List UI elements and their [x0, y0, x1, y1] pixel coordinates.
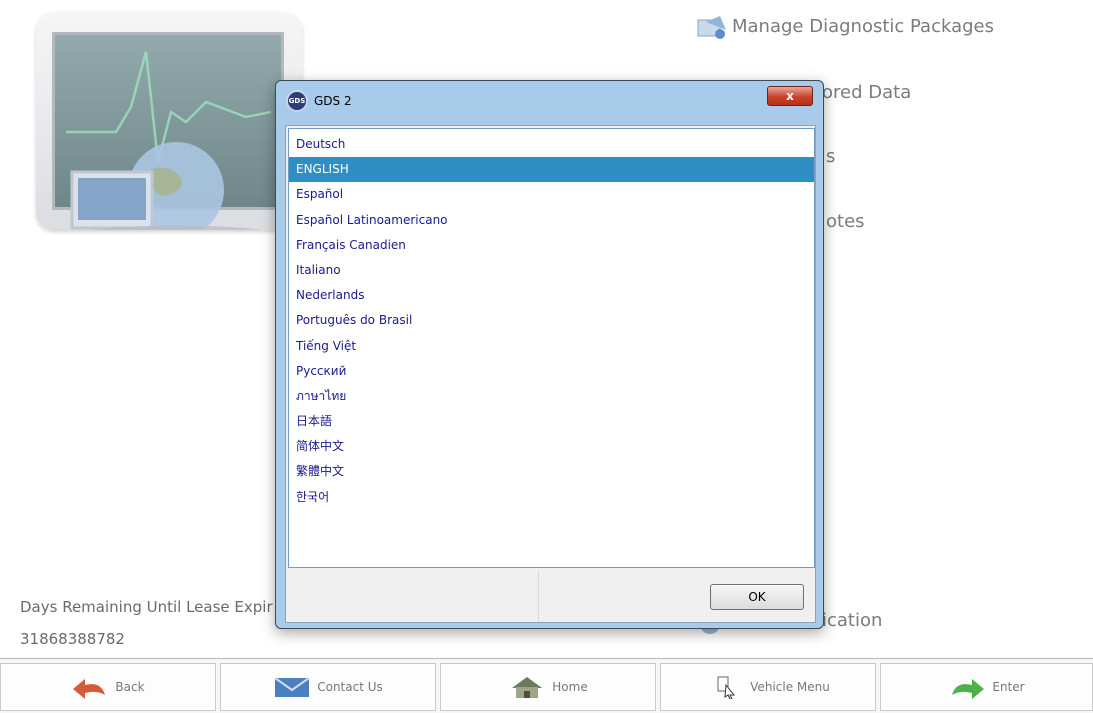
- dialog-title: GDS 2: [314, 94, 352, 108]
- language-option[interactable]: Tiếng Việt: [289, 334, 814, 359]
- language-option[interactable]: 한국어: [289, 485, 814, 510]
- language-option[interactable]: Nederlands: [289, 283, 814, 308]
- dialog-body: Deutsch ENGLISH Español Español Latinoameri…: [285, 125, 816, 623]
- language-option[interactable]: Русский: [289, 359, 814, 384]
- language-dialog: GDS GDS 2 x Deutsch ENGLISH Español Español…: [275, 80, 824, 629]
- dialog-title-bar: GDS GDS 2: [286, 89, 352, 113]
- language-option[interactable]: 日本語: [289, 409, 814, 434]
- menu-manage-packages[interactable]: Manage Diagnostic Packages: [696, 14, 994, 40]
- language-option[interactable]: Português do Brasil: [289, 308, 814, 333]
- language-option[interactable]: ENGLISH: [289, 157, 814, 183]
- lease-code: 31868388782: [20, 630, 125, 648]
- packages-icon: [696, 14, 728, 40]
- close-button[interactable]: x: [767, 86, 813, 106]
- language-option[interactable]: Español Latinoamericano: [289, 208, 814, 233]
- envelope-icon: [273, 675, 311, 699]
- enter-button[interactable]: Enter: [880, 663, 1093, 711]
- enter-arrow-icon: [948, 675, 986, 699]
- language-option[interactable]: Français Canadien: [289, 233, 814, 258]
- language-option[interactable]: Deutsch: [289, 132, 814, 157]
- language-list[interactable]: Deutsch ENGLISH Español Español Latinoameri…: [288, 128, 815, 568]
- close-icon: x: [786, 89, 794, 103]
- home-icon: [508, 675, 546, 699]
- footer-divider: [538, 570, 539, 622]
- heartbeat-globe-icon: [66, 51, 272, 230]
- vehicle-menu-button[interactable]: Vehicle Menu: [660, 663, 876, 711]
- gds-logo-icon: GDS: [286, 90, 308, 112]
- diagnostics-illustration: [36, 12, 302, 230]
- language-option[interactable]: 繁體中文: [289, 459, 814, 484]
- ok-button[interactable]: OK: [710, 584, 804, 610]
- back-arrow-icon: [71, 675, 109, 699]
- bottom-toolbar: Back Contact Us Home Vehicle Menu Enter: [0, 658, 1093, 713]
- home-button[interactable]: Home: [440, 663, 656, 711]
- lease-days-label: Days Remaining Until Lease Expir: [20, 598, 273, 616]
- back-button[interactable]: Back: [0, 663, 216, 711]
- language-option[interactable]: ภาษาไทย: [289, 384, 814, 409]
- language-option[interactable]: Español: [289, 182, 814, 207]
- contact-us-button[interactable]: Contact Us: [220, 663, 436, 711]
- menu-item-partial-s[interactable]: s: [826, 146, 835, 167]
- vehicle-menu-icon: [706, 675, 744, 700]
- language-option[interactable]: Italiano: [289, 258, 814, 283]
- menu-item-partial-otes[interactable]: otes: [826, 211, 865, 232]
- language-option[interactable]: 简体中文: [289, 434, 814, 459]
